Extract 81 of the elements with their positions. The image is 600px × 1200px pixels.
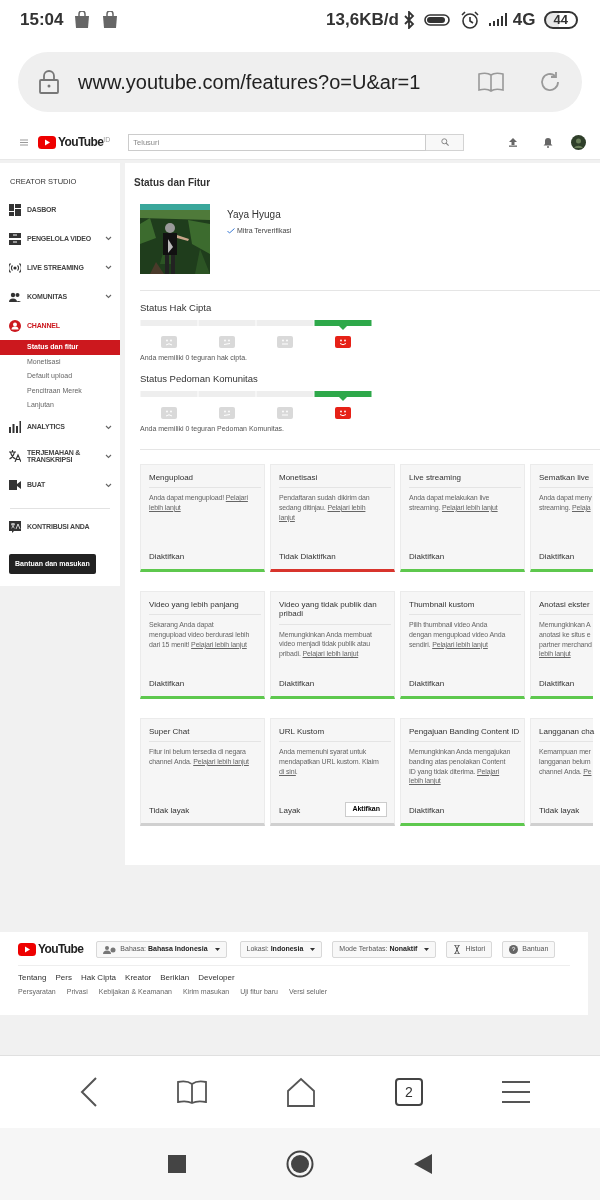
chevron-down-icon	[105, 265, 112, 271]
chevron-down-icon	[105, 236, 112, 242]
feature-title: Thumbnail kustom	[409, 599, 521, 616]
feature-status: Diaktifkan	[409, 804, 445, 817]
bar-chart-icon	[9, 421, 21, 434]
channel-name: Yaya Hyuga	[227, 208, 282, 222]
tabs-button[interactable]: 2	[395, 1078, 423, 1106]
chevron-down-icon	[105, 424, 112, 430]
feature-title: Video yang tidak publik dan pribadi	[279, 599, 391, 625]
video-manager-icon	[9, 232, 21, 245]
feature-status: Diaktifkan	[279, 677, 315, 690]
check-icon	[227, 228, 235, 235]
feature-status: Tidak Diaktifkan	[279, 550, 336, 563]
translate-box-icon	[9, 521, 21, 534]
feature-title: Langganan cha	[539, 726, 593, 743]
feature-status: Tidak layak	[149, 804, 190, 817]
feature-status: Diaktifkan	[539, 550, 575, 563]
back-icon[interactable]	[80, 1077, 98, 1107]
network-speed: 13,6KB/d	[326, 9, 399, 32]
feature-title: Sematkan live	[539, 472, 593, 489]
section-heading: Status Hak Cipta	[140, 301, 213, 315]
feature-title: Super Chat	[149, 726, 261, 743]
avatar-icon[interactable]	[571, 134, 586, 150]
feature-status: Layak	[279, 804, 301, 817]
play-icon	[38, 135, 56, 149]
footer-link[interactable]: Developer	[198, 972, 235, 984]
dashboard-icon	[9, 203, 21, 216]
play-icon	[18, 942, 36, 956]
bluetooth-icon	[401, 11, 416, 29]
battery-saver-icon	[423, 12, 452, 28]
chevron-down-icon	[105, 482, 112, 488]
menu-icon[interactable]	[502, 1081, 530, 1103]
people-icon	[9, 290, 21, 303]
chevron-down-icon	[105, 453, 112, 459]
home-icon[interactable]	[286, 1077, 316, 1107]
broadcast-icon	[9, 261, 21, 274]
lock-icon	[38, 69, 60, 95]
people-icon	[103, 944, 117, 954]
feature-title: Anotasi ekster	[539, 599, 593, 616]
caret-icon	[310, 947, 316, 951]
feature-status: Diaktifkan	[149, 550, 185, 563]
feature-status: Diaktifkan	[539, 677, 575, 690]
bell-icon[interactable]	[543, 136, 553, 148]
footer-link[interactable]: Hak Cipta	[80, 972, 117, 984]
search-icon	[440, 138, 449, 146]
home-icon[interactable]	[286, 1150, 314, 1178]
section-heading: Status Pedoman Komunitas	[140, 371, 259, 386]
back-icon[interactable]	[414, 1154, 432, 1174]
feature-status: Tidak layak	[539, 804, 580, 817]
upload-icon[interactable]	[508, 137, 518, 147]
feature-title: URL Kustom	[279, 726, 391, 743]
youtube-logo[interactable]: YouTube	[18, 940, 84, 958]
caret-icon	[424, 947, 430, 951]
feature-status: Diaktifkan	[409, 550, 445, 563]
feature-title: Monetisasi	[279, 472, 391, 489]
footer-link[interactable]: Pers	[55, 972, 72, 984]
shopping-bag-icon	[101, 11, 120, 29]
feature-title: Pengajuan Banding Content ID	[409, 726, 521, 743]
signal-icon	[487, 12, 510, 28]
chevron-down-icon	[105, 294, 112, 300]
video-camera-icon	[9, 479, 21, 492]
bookmarks-icon[interactable]	[177, 1080, 207, 1104]
alarm-icon	[459, 10, 480, 30]
feature-status: Diaktifkan	[149, 677, 185, 690]
clock: 15:04	[20, 9, 64, 32]
footer-link[interactable]: Kreator	[125, 972, 152, 984]
translate-icon	[9, 450, 21, 463]
hourglass-icon	[453, 944, 462, 954]
page-title: Status dan Fitur	[133, 176, 212, 190]
battery-level: 44	[543, 11, 578, 29]
feature-status: Diaktifkan	[409, 677, 445, 690]
feature-title: Mengupload	[149, 472, 261, 489]
person-circle-icon	[9, 319, 21, 332]
footer-link[interactable]: Tentang	[18, 972, 47, 984]
feature-title: Live streaming	[409, 472, 521, 489]
help-icon	[509, 944, 519, 954]
feature-title: Video yang lebih panjang	[149, 599, 261, 616]
shopping-bag-icon	[73, 11, 92, 29]
network-type: 4G	[512, 9, 536, 32]
caret-icon	[214, 947, 220, 951]
footer-link[interactable]: Beriklan	[160, 972, 190, 984]
